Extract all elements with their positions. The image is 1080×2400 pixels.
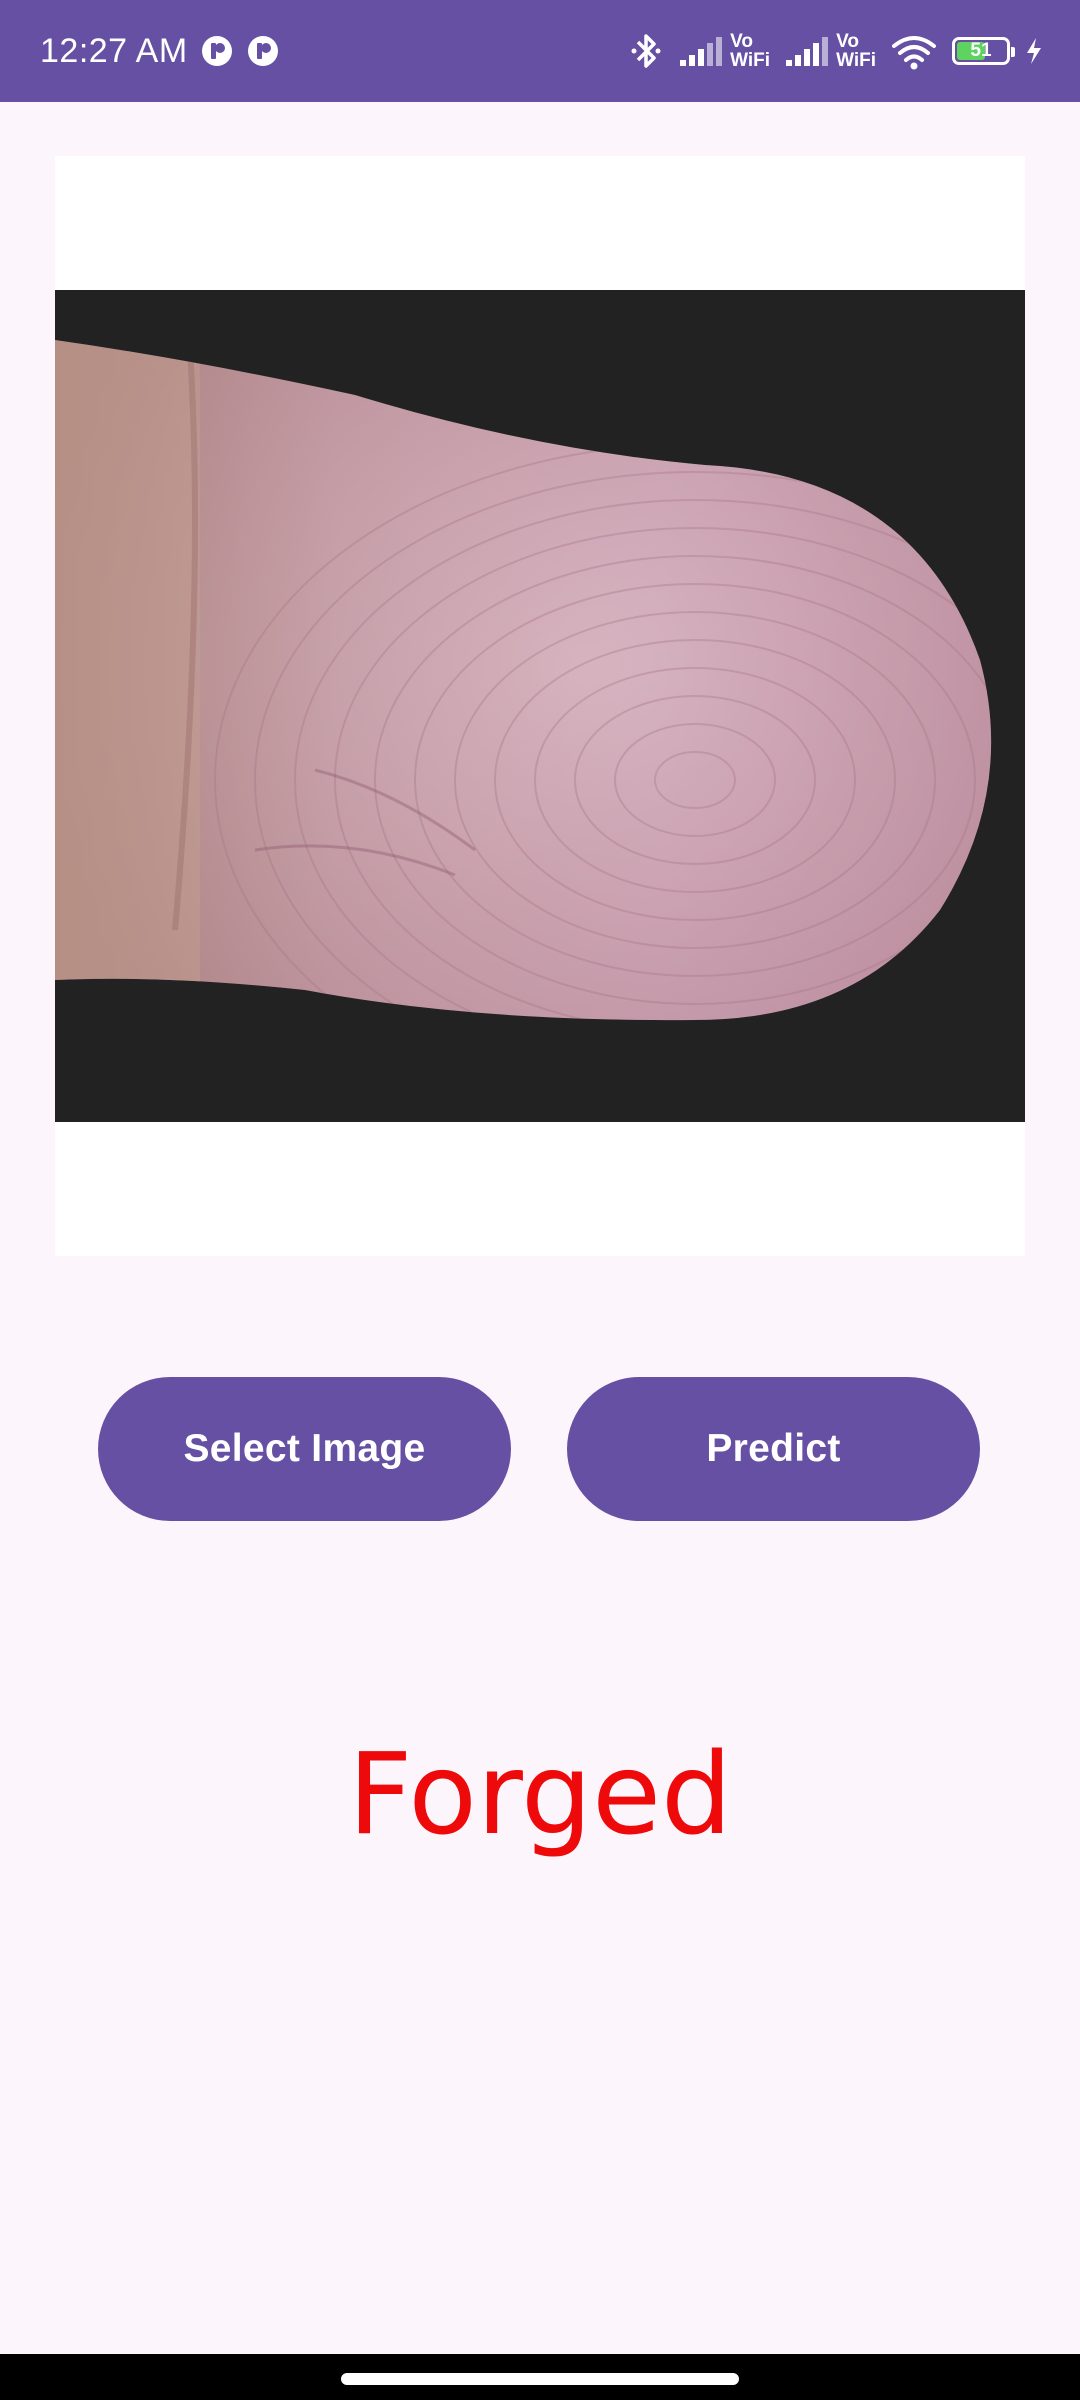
- predict-button[interactable]: Predict: [567, 1377, 980, 1521]
- navigation-bar: [0, 2354, 1080, 2400]
- vowifi-top-label: Vo: [730, 31, 753, 52]
- vowifi-bottom-label: WiFi: [836, 50, 876, 71]
- fingerprint-image: [55, 290, 1025, 1122]
- image-view: [55, 156, 1025, 1256]
- battery-nub: [1011, 47, 1015, 57]
- signal-icon: [680, 37, 723, 66]
- status-bar: 12:27 AM Vo WiFi Vo WiFi 51: [0, 0, 1080, 102]
- vowifi-top-label: Vo: [836, 31, 859, 52]
- sim1-signal: Vo WiFi: [678, 32, 770, 70]
- select-image-label: Select Image: [183, 1427, 426, 1470]
- sim2-signal: Vo WiFi: [784, 32, 876, 70]
- select-image-button[interactable]: Select Image: [98, 1377, 511, 1521]
- app-notification-icon: [247, 36, 278, 66]
- vowifi-icon: Vo WiFi: [836, 32, 876, 70]
- vowifi-bottom-label: WiFi: [730, 50, 771, 71]
- signal-icon: [786, 37, 829, 66]
- status-right: Vo WiFi Vo WiFi 51: [628, 0, 1044, 102]
- charging-icon: [1027, 38, 1041, 64]
- app-notification-icon: [201, 36, 232, 66]
- battery-icon: 51: [952, 37, 1015, 65]
- predict-label: Predict: [706, 1427, 841, 1470]
- home-indicator[interactable]: [341, 2373, 739, 2385]
- bluetooth-icon: [631, 34, 661, 68]
- vowifi-icon: Vo WiFi: [730, 32, 770, 70]
- prediction-result: Forged: [347, 1730, 733, 1860]
- status-left: 12:27 AM: [40, 0, 280, 102]
- battery-level: 51: [970, 40, 992, 61]
- wifi-icon: [892, 36, 936, 70]
- fingerprint-photo: [55, 340, 992, 1021]
- status-time: 12:27 AM: [40, 31, 188, 70]
